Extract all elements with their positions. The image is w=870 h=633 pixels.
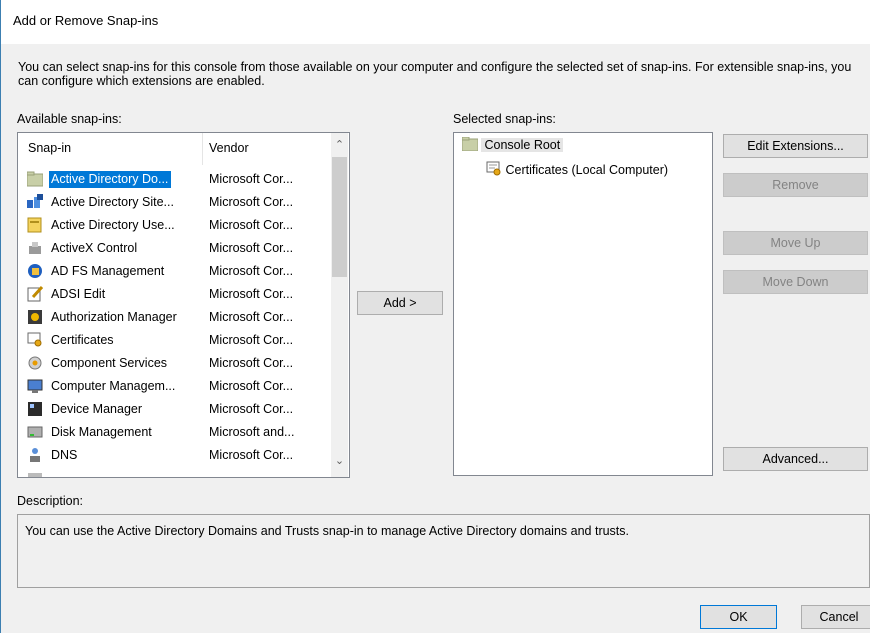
snapin-vendor: Microsoft and...: [209, 425, 295, 439]
vertical-scrollbar[interactable]: ⌃ ⌄: [331, 133, 348, 477]
scroll-down-arrow-icon[interactable]: ⌄: [331, 453, 348, 470]
snapin-name: DNS: [51, 448, 78, 462]
adsi-edit-icon: [27, 285, 44, 302]
edit-extensions-button[interactable]: Edit Extensions...: [723, 134, 868, 158]
remove-button[interactable]: Remove: [723, 173, 868, 197]
snapin-name: Computer Managem...: [51, 379, 176, 393]
ok-button[interactable]: OK: [700, 605, 777, 629]
snapin-vendor: Microsoft Cor...: [209, 448, 294, 462]
snapin-name: Component Services: [51, 356, 168, 370]
scroll-thumb[interactable]: [332, 157, 347, 277]
computer-management-icon: [27, 378, 43, 394]
snapin-name: Active Directory Do...: [49, 171, 172, 188]
snapin-vendor: Microsoft Cor...: [209, 264, 294, 278]
description-text: You can use the Active Directory Domains…: [25, 524, 629, 538]
advanced-button[interactable]: Advanced...: [723, 447, 868, 471]
selected-snapins-tree[interactable]: Console Root Certificates (Local Compute…: [453, 132, 713, 476]
column-divider[interactable]: [202, 133, 203, 165]
activex-icon: [27, 240, 43, 256]
certificate-icon: [486, 161, 501, 176]
selected-snapins-label: Selected snap-ins:: [453, 112, 556, 126]
folder-icon: [26, 171, 44, 187]
snapin-name: Active Directory Use...: [51, 218, 175, 232]
snapin-row[interactable]: [18, 467, 330, 477]
snapin-row[interactable]: ADSI Edit Microsoft Cor...: [18, 283, 330, 306]
certificate-icon: [27, 332, 43, 348]
intro-text: You can select snap-ins for this console…: [18, 60, 852, 88]
snapin-row[interactable]: Authorization Manager Microsoft Cor...: [18, 306, 330, 329]
window-title: Add or Remove Snap-ins: [13, 13, 159, 28]
cancel-button[interactable]: Cancel: [801, 605, 870, 629]
snapin-vendor: Microsoft Cor...: [209, 218, 294, 232]
snapin-name: Authorization Manager: [51, 310, 177, 324]
snapin-row[interactable]: AD FS Management Microsoft Cor...: [18, 260, 330, 283]
console-root-label: Console Root: [481, 138, 564, 152]
available-snapins-list[interactable]: Snap-in Vendor Active Directory Do... Mic…: [17, 132, 350, 478]
ad-sites-icon: [27, 194, 43, 210]
dns-icon: [27, 447, 43, 463]
snapin-rows: Active Directory Do... Microsoft Cor... Ac…: [18, 168, 330, 477]
snapin-vendor: Microsoft Cor...: [209, 379, 294, 393]
add-remove-snapins-dialog: Add or Remove Snap-ins You can select sn…: [0, 0, 870, 633]
snapin-vendor: Microsoft Cor...: [209, 287, 294, 301]
available-snapins-label: Available snap-ins:: [17, 112, 122, 126]
move-down-button[interactable]: Move Down: [723, 270, 868, 294]
tree-node-console-root[interactable]: Console Root: [461, 136, 564, 154]
authorization-icon: [27, 309, 43, 325]
move-up-button[interactable]: Move Up: [723, 231, 868, 255]
tree-node-certificates[interactable]: Certificates (Local Computer): [486, 161, 668, 179]
snapin-row[interactable]: Active Directory Use... Microsoft Cor...: [18, 214, 330, 237]
snapin-row[interactable]: Device Manager Microsoft Cor...: [18, 398, 330, 421]
adfs-icon: [27, 263, 43, 279]
snapin-row[interactable]: Active Directory Do... Microsoft Cor...: [18, 168, 330, 191]
folder-icon: [461, 136, 479, 152]
snapin-vendor: Microsoft Cor...: [209, 310, 294, 324]
snapin-row[interactable]: Component Services Microsoft Cor...: [18, 352, 330, 375]
description-label: Description:: [17, 494, 83, 508]
column-header-snapin[interactable]: Snap-in: [28, 141, 71, 155]
snapin-name: Active Directory Site...: [51, 195, 174, 209]
ad-users-icon: [27, 217, 43, 233]
title-bar[interactable]: Add or Remove Snap-ins: [1, 0, 870, 44]
snapin-name: Device Manager: [51, 402, 143, 416]
snapin-vendor: Microsoft Cor...: [209, 402, 294, 416]
snapin-row[interactable]: ActiveX Control Microsoft Cor...: [18, 237, 330, 260]
disk-management-icon: [27, 424, 43, 440]
add-button[interactable]: Add >: [357, 291, 443, 315]
snapin-name: [49, 470, 54, 477]
snapin-vendor: Microsoft Cor...: [209, 172, 294, 186]
snapin-vendor: Microsoft Cor...: [209, 356, 294, 370]
snapin-vendor: Microsoft Cor...: [209, 333, 294, 347]
component-services-icon: [27, 355, 43, 371]
snapin-name: ActiveX Control: [51, 241, 138, 255]
snapin-name: ADSI Edit: [51, 287, 106, 301]
snapin-row[interactable]: Computer Managem... Microsoft Cor...: [18, 375, 330, 398]
snapin-row[interactable]: Active Directory Site... Microsoft Cor...: [18, 191, 330, 214]
column-header-vendor[interactable]: Vendor: [209, 141, 249, 155]
description-box: You can use the Active Directory Domains…: [17, 514, 870, 588]
snapin-row[interactable]: Certificates Microsoft Cor...: [18, 329, 330, 352]
scroll-up-arrow-icon[interactable]: ⌃: [331, 137, 348, 154]
device-manager-icon: [27, 401, 43, 417]
snapin-name: AD FS Management: [51, 264, 165, 278]
snapin-name: Certificates: [51, 333, 114, 347]
snapin-name: Disk Management: [51, 425, 152, 439]
snapin-row[interactable]: DNS Microsoft Cor...: [18, 444, 330, 467]
snapin-row[interactable]: Disk Management Microsoft and...: [18, 421, 330, 444]
event-viewer-icon: [27, 470, 43, 477]
snapin-vendor: Microsoft Cor...: [209, 195, 294, 209]
certificates-local-computer-label: Certificates (Local Computer): [505, 163, 669, 177]
snapin-vendor: Microsoft Cor...: [209, 241, 294, 255]
